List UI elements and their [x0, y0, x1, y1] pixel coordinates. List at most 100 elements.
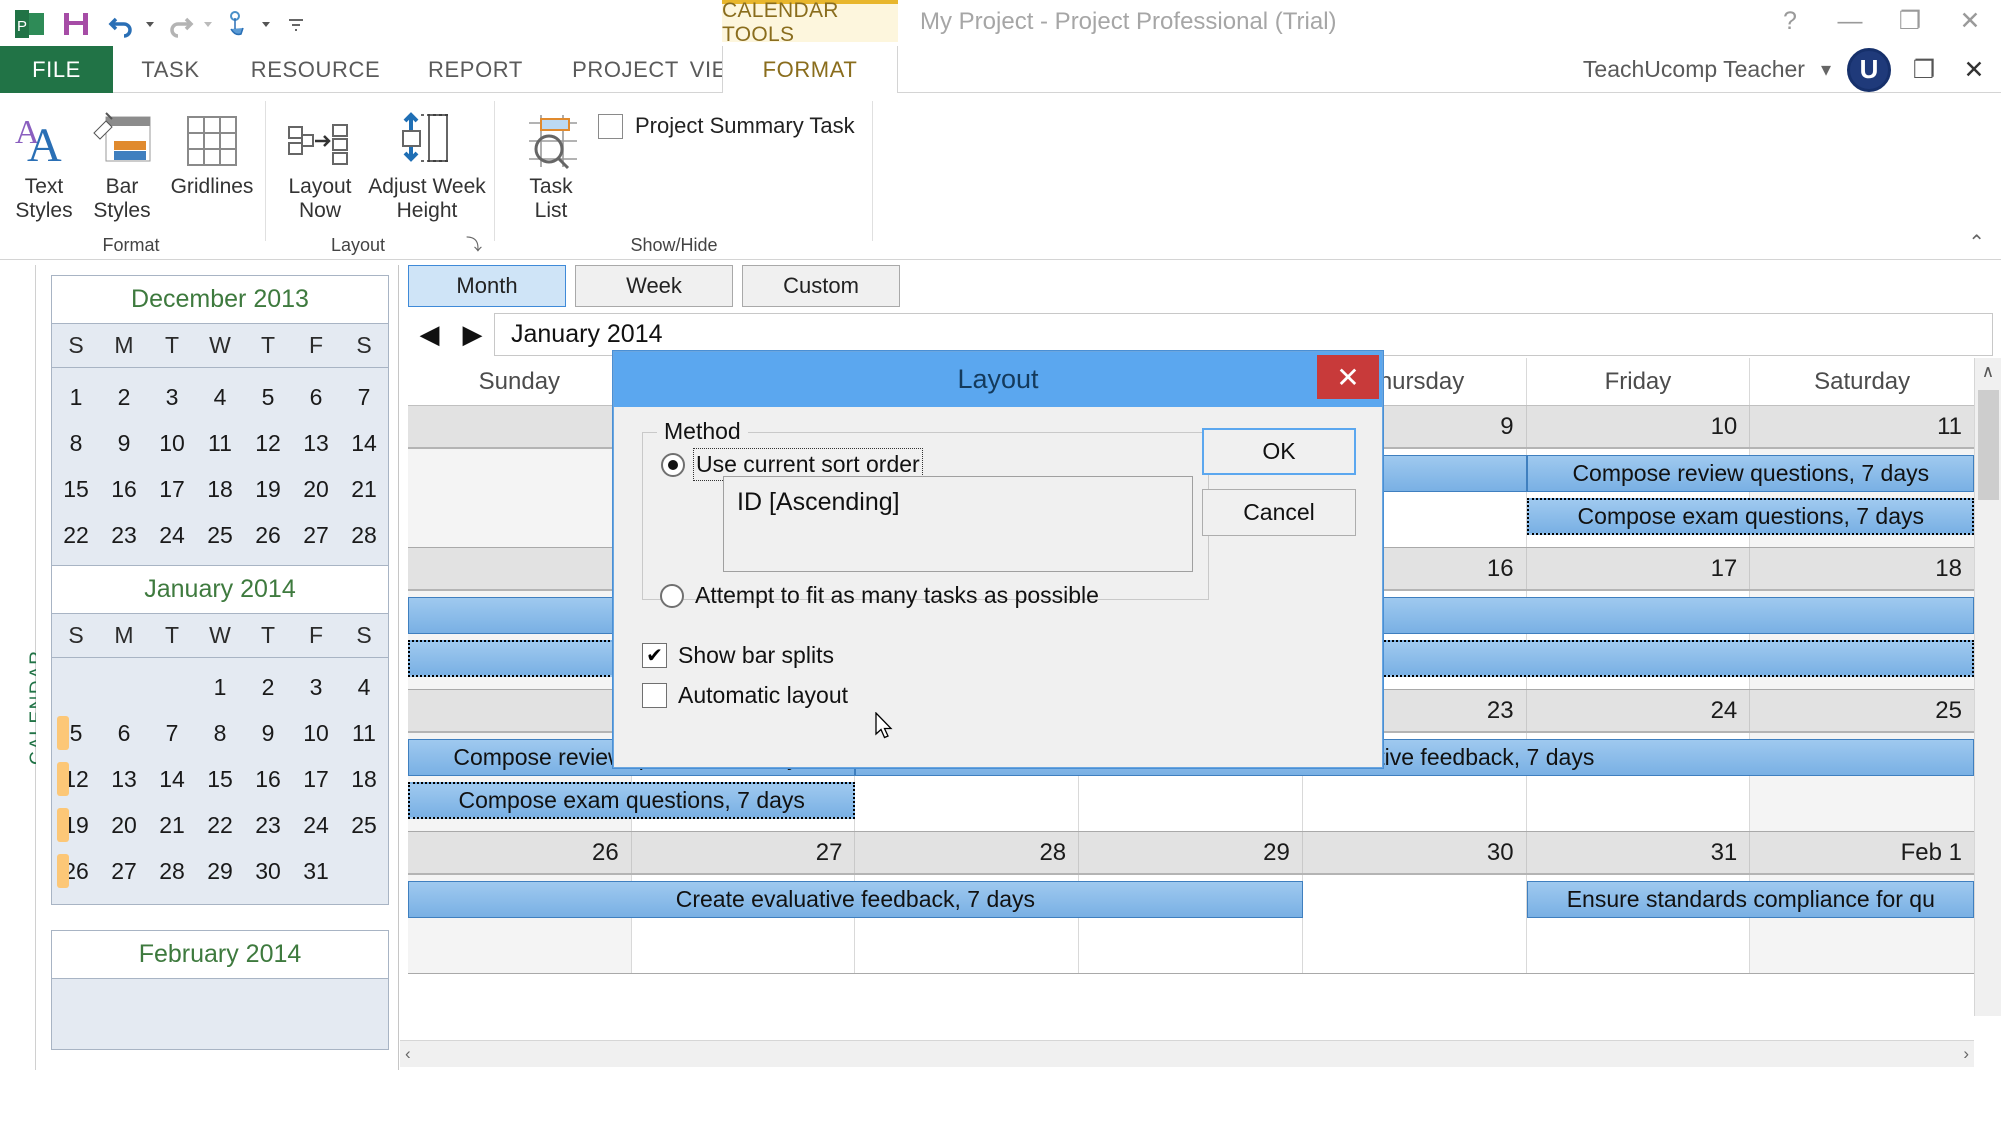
restore-window-icon[interactable]: ❐	[1893, 6, 1927, 36]
mini-day[interactable]: 23	[100, 512, 148, 558]
next-month-icon[interactable]: ▶	[451, 313, 494, 356]
user-name-label[interactable]: TeachUcomp Teacher	[1583, 56, 1805, 83]
mini-day[interactable]: 13	[292, 420, 340, 466]
mini-day[interactable]	[340, 848, 388, 894]
date-cell[interactable]: 30	[1303, 832, 1527, 873]
mini-day[interactable]: 24	[148, 512, 196, 558]
mini-day[interactable]: 5	[244, 374, 292, 420]
show-bar-splits-checkbox[interactable]: ✔ Show bar splits	[642, 642, 834, 669]
mini-day[interactable]: 15	[196, 756, 244, 802]
project-logo-icon[interactable]: P	[10, 4, 50, 44]
horizontal-scroll-track[interactable]	[414, 1043, 1960, 1065]
vertical-scroll-thumb[interactable]	[1978, 390, 1999, 500]
mini-day[interactable]: 17	[148, 466, 196, 512]
task-bar[interactable]: Create evaluative feedback, 7 days	[408, 881, 1303, 918]
automatic-layout-checkbox[interactable]: Automatic layout	[642, 682, 848, 709]
collapse-ribbon-icon[interactable]: ⌃	[1968, 230, 1985, 255]
mini-day[interactable]: 29	[196, 848, 244, 894]
date-cell[interactable]	[408, 690, 632, 731]
mini-day[interactable]: 28	[148, 848, 196, 894]
adjust-week-height-button[interactable]: Adjust Week Height	[363, 99, 491, 222]
mini-day[interactable]: 11	[340, 710, 388, 756]
date-cell[interactable]: 28	[855, 832, 1080, 873]
date-cell[interactable]: 25	[1750, 690, 1974, 731]
calendar-horizontal-scrollbar[interactable]: ‹ ›	[400, 1040, 1974, 1067]
mini-day[interactable]: 26	[244, 512, 292, 558]
use-current-sort-order-radio[interactable]: Use current sort order	[661, 448, 923, 481]
layout-dialog-launcher[interactable]: ⤵	[466, 231, 482, 255]
date-cell[interactable]: 10	[1527, 406, 1751, 447]
date-cell[interactable]: 11	[1750, 406, 1974, 447]
sort-order-value[interactable]: ID [Ascending]	[723, 476, 1193, 572]
tab-report[interactable]: REPORT	[403, 46, 548, 93]
mini-day[interactable]: 27	[100, 848, 148, 894]
restore-ribbon-icon[interactable]: ❐	[1907, 55, 1941, 85]
date-cell[interactable]	[408, 406, 632, 447]
mini-day[interactable]: 25	[340, 802, 388, 848]
mini-day[interactable]: 22	[52, 512, 100, 558]
tab-format[interactable]: FORMAT	[722, 46, 898, 93]
mini-day[interactable]: 20	[292, 466, 340, 512]
task-bar[interactable]: Ensure standards compliance for qu	[1527, 881, 1975, 918]
mini-day[interactable]: 25	[196, 512, 244, 558]
close-window-icon[interactable]: ✕	[1953, 6, 1987, 36]
mini-day[interactable]: 7	[148, 710, 196, 756]
scroll-left-icon[interactable]: ‹	[405, 1044, 411, 1064]
task-list-button[interactable]: Task List	[508, 99, 594, 222]
date-cell[interactable]: Feb 1	[1750, 832, 1974, 873]
tab-task[interactable]: TASK	[113, 46, 228, 93]
use-current-sort-order-radio-dot[interactable]	[661, 452, 685, 477]
date-cell[interactable]: 17	[1527, 548, 1751, 589]
date-cell[interactable]: 29	[1079, 832, 1303, 873]
mini-day[interactable]: 18	[340, 756, 388, 802]
text-styles-button[interactable]: AA Text Styles	[6, 99, 82, 222]
redo-dropdown-icon[interactable]	[204, 21, 212, 27]
mini-day[interactable]: 18	[196, 466, 244, 512]
date-cell[interactable]: 18	[1750, 548, 1974, 589]
layout-now-button[interactable]: Layout Now	[278, 99, 362, 222]
mini-day[interactable]: 27	[292, 512, 340, 558]
mini-day[interactable]: 6	[100, 710, 148, 756]
mini-day[interactable]: 16	[244, 756, 292, 802]
mini-day[interactable]: 15	[52, 466, 100, 512]
mini-day[interactable]: 31	[292, 848, 340, 894]
mini-day[interactable]: 10	[292, 710, 340, 756]
mini-day[interactable]: 22	[196, 802, 244, 848]
attempt-to-fit-tasks-radio-dot[interactable]	[660, 583, 684, 608]
ok-button[interactable]: OK	[1202, 428, 1356, 475]
automatic-layout-checkbox-box[interactable]	[642, 683, 667, 708]
undo-icon[interactable]	[102, 4, 142, 44]
save-icon[interactable]	[56, 4, 96, 44]
calendar-vertical-scrollbar[interactable]: ∧	[1974, 358, 2001, 1016]
mini-day[interactable]: 2	[100, 374, 148, 420]
mini-day[interactable]: 1	[196, 664, 244, 710]
mini-day[interactable]: 16	[100, 466, 148, 512]
gridlines-button[interactable]: Gridlines	[163, 99, 261, 199]
attempt-to-fit-tasks-radio[interactable]: Attempt to fit as many tasks as possible	[660, 582, 1099, 609]
mini-day[interactable]: 21	[340, 466, 388, 512]
date-cell[interactable]: 31	[1527, 832, 1751, 873]
mini-day[interactable]: 13	[100, 756, 148, 802]
tab-file[interactable]: FILE	[0, 46, 113, 93]
touch-mode-dropdown-icon[interactable]	[262, 21, 270, 27]
close-document-icon[interactable]: ✕	[1957, 55, 1991, 85]
mini-day[interactable]: 8	[196, 710, 244, 756]
mini-day[interactable]: 17	[292, 756, 340, 802]
project-summary-task-checkbox-box[interactable]	[598, 113, 623, 139]
mini-day[interactable]: 3	[292, 664, 340, 710]
cancel-button[interactable]: Cancel	[1202, 489, 1356, 536]
mini-day[interactable]: 4	[196, 374, 244, 420]
layout-dialog-close-button[interactable]: ✕	[1317, 355, 1379, 399]
mini-day[interactable]: 28	[340, 512, 388, 558]
mini-day[interactable]: 10	[148, 420, 196, 466]
help-icon[interactable]: ?	[1773, 6, 1807, 36]
mini-day[interactable]	[52, 664, 100, 710]
mini-day[interactable]: 19	[244, 466, 292, 512]
user-dropdown-icon[interactable]: ▾	[1821, 57, 1831, 82]
task-bar[interactable]: Compose review questions, 7 days	[1527, 455, 1975, 492]
redo-icon[interactable]	[160, 4, 200, 44]
view-button-week[interactable]: Week	[575, 265, 733, 307]
mini-day[interactable]: 11	[196, 420, 244, 466]
mini-day[interactable]: 1	[52, 374, 100, 420]
date-cell[interactable]	[408, 548, 632, 589]
